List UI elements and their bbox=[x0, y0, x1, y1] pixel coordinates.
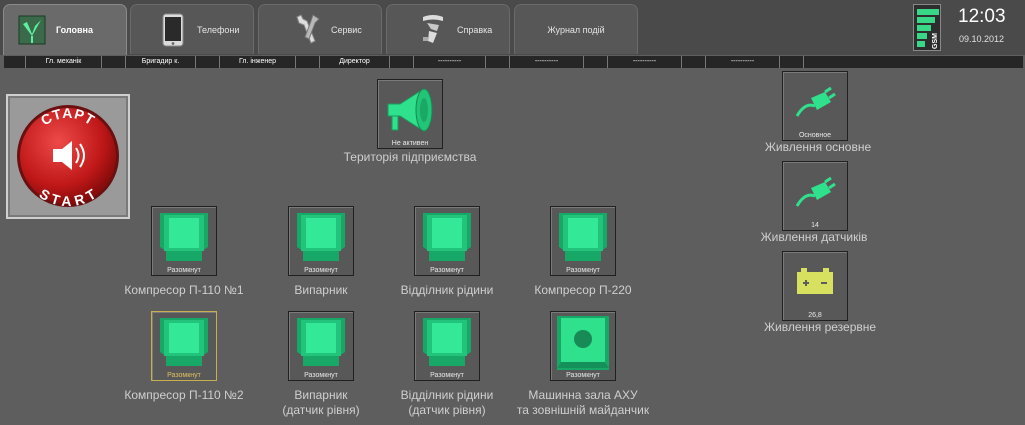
power-plug-icon bbox=[795, 176, 836, 207]
tools-icon bbox=[291, 13, 323, 47]
sensor-tile[interactable]: Разомкнут bbox=[288, 206, 354, 276]
start-button[interactable]: СТАРТ START bbox=[6, 94, 130, 219]
power-tile-backup[interactable]: 26,8 bbox=[782, 251, 848, 321]
power-tile-sensors[interactable]: 14 bbox=[782, 161, 848, 231]
signal-bar bbox=[917, 33, 927, 39]
tab-label: Сервис bbox=[331, 24, 362, 35]
sensor-icon bbox=[297, 318, 345, 366]
sensor-status: Разомкнут bbox=[566, 372, 600, 379]
contact-cell[interactable]: Гл. інженер bbox=[220, 56, 296, 68]
sensor-status: Разомкнут bbox=[304, 267, 338, 274]
contact-cell[interactable]: ---------- bbox=[608, 56, 682, 68]
signal-bar bbox=[917, 9, 939, 15]
contact-spacer bbox=[4, 56, 26, 68]
tab-label: Головна bbox=[56, 25, 93, 35]
power-caption: Живлення основне bbox=[764, 140, 872, 154]
sensor-caption: Відділник рідини (датчик рівня) bbox=[379, 388, 515, 418]
sensor-tile[interactable]: Разомкнут bbox=[414, 311, 480, 381]
sensor-status: Разомкнут bbox=[430, 267, 464, 274]
siren-caption: Територія підприємства bbox=[343, 150, 477, 164]
power-plug-icon bbox=[795, 86, 836, 117]
contact-cell[interactable]: Бригадир к. bbox=[126, 56, 196, 68]
contact-spacer bbox=[804, 56, 1023, 68]
sensor-status: Разомкнут bbox=[167, 372, 201, 379]
power-tile-main[interactable]: Основное bbox=[782, 71, 848, 141]
battery-icon bbox=[797, 268, 833, 294]
contact-spacer bbox=[102, 56, 126, 68]
contact-spacer bbox=[584, 56, 608, 68]
sensor-status: Разомкнут bbox=[304, 372, 338, 379]
caption-line: (датчик рівня) bbox=[408, 403, 486, 417]
caption-line: Випарник bbox=[294, 388, 348, 402]
power-status: Основное bbox=[798, 132, 832, 139]
tab-home[interactable]: Головна bbox=[3, 4, 127, 55]
sensor-icon bbox=[297, 213, 345, 261]
signal-bar bbox=[917, 17, 935, 23]
power-status: 26,8 bbox=[808, 312, 822, 319]
sensor-tile[interactable]: Разомкнут bbox=[414, 206, 480, 276]
caption-line: Машинна зала АХУ bbox=[528, 388, 638, 402]
siren-tile[interactable]: Не активен bbox=[377, 79, 443, 149]
tab-label: Телефони bbox=[197, 24, 240, 35]
sensor-tile[interactable]: Разомкнут bbox=[288, 311, 354, 381]
sensor-caption: Компресор П-110 №1 bbox=[124, 283, 244, 297]
siren-status: Не активен bbox=[391, 140, 429, 147]
sensor-tile[interactable]: Разомкнут bbox=[550, 311, 616, 381]
sensor-icon bbox=[160, 318, 208, 366]
phone-icon bbox=[157, 13, 189, 47]
caption-line: (датчик рівня) bbox=[282, 403, 360, 417]
sensor-tile[interactable]: Разомкнут bbox=[550, 206, 616, 276]
contact-spacer bbox=[780, 56, 804, 68]
gsm-label: GSM bbox=[932, 33, 939, 49]
tab-help[interactable]: Справка bbox=[386, 4, 510, 54]
start-button-graphic: СТАРТ START bbox=[17, 105, 119, 209]
sensor-status: Разомкнут bbox=[566, 267, 600, 274]
sensor-caption: Машинна зала АХУ та зовнішній майданчик bbox=[508, 388, 658, 418]
contact-spacer bbox=[390, 56, 414, 68]
caption-line: та зовнішній майданчик bbox=[516, 403, 650, 417]
megaphone-icon bbox=[387, 88, 433, 132]
power-status: 14 bbox=[811, 222, 819, 229]
signal-bar bbox=[917, 25, 931, 31]
power-caption: Живлення резервне bbox=[763, 320, 877, 334]
sensor-icon bbox=[160, 213, 208, 261]
contact-spacer bbox=[196, 56, 220, 68]
sensor-icon bbox=[423, 213, 471, 261]
tab-label: Журнал подій bbox=[547, 24, 605, 35]
sensor-icon bbox=[559, 213, 607, 261]
clock-date: 09.10.2012 bbox=[959, 34, 1005, 44]
home-leaf-icon bbox=[16, 13, 48, 47]
sensor-status: Разомкнут bbox=[430, 372, 464, 379]
sensor-tile[interactable]: Разомкнут bbox=[151, 206, 217, 276]
contact-cell[interactable]: Гл. механік bbox=[26, 56, 102, 68]
sensor-caption: Відділник рідини bbox=[400, 283, 494, 297]
power-caption: Живлення датчиків bbox=[760, 230, 868, 244]
tab-label: Справка bbox=[457, 24, 493, 35]
sensor-caption: Компресор П-110 №2 bbox=[124, 388, 244, 402]
contact-spacer bbox=[296, 56, 320, 68]
sensor-tile[interactable]: Разомкнут bbox=[151, 311, 217, 381]
top-bar: Головна Телефони Сервис Справка Журнал п… bbox=[0, 0, 1025, 55]
signal-bar bbox=[917, 41, 925, 47]
motion-sensor-icon bbox=[557, 316, 609, 370]
tab-event-log[interactable]: Журнал подій bbox=[514, 4, 638, 54]
clock-time: 12:03 bbox=[958, 6, 1006, 27]
contact-cell[interactable]: Директор bbox=[320, 56, 390, 68]
tab-service[interactable]: Сервис bbox=[258, 4, 382, 54]
contacts-strip: Гл. механік Бригадир к. Гл. інженер Дире… bbox=[4, 56, 1023, 68]
sensor-caption: Компресор П-220 bbox=[534, 283, 632, 297]
caption-line: Відділник рідини bbox=[400, 388, 494, 402]
gsm-signal-indicator: GSM bbox=[913, 4, 941, 51]
sensor-icon bbox=[423, 318, 471, 366]
tab-phones[interactable]: Телефони bbox=[130, 4, 254, 54]
contact-cell[interactable]: ---------- bbox=[510, 56, 584, 68]
sensor-status: Разомкнут bbox=[167, 267, 201, 274]
sensor-caption: Випарник bbox=[294, 283, 348, 297]
contact-cell[interactable]: ---------- bbox=[414, 56, 486, 68]
help-icon bbox=[417, 13, 449, 47]
contact-cell[interactable]: ---------- bbox=[706, 56, 780, 68]
contact-spacer bbox=[486, 56, 510, 68]
contact-spacer bbox=[682, 56, 706, 68]
sensor-caption: Випарник (датчик рівня) bbox=[258, 388, 384, 418]
